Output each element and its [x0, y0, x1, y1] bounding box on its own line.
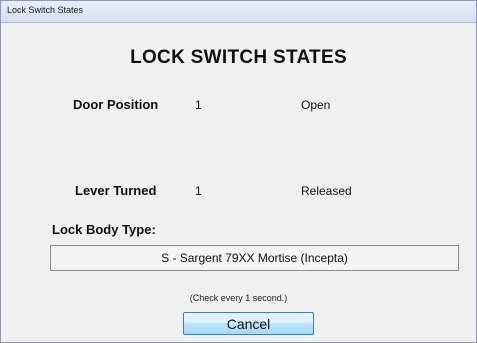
lever-turned-label: Lever Turned — [75, 183, 157, 198]
door-position-state: Open — [301, 98, 331, 112]
lever-turned-value: 1 — [195, 184, 202, 198]
lever-turned-state: Released — [301, 184, 352, 198]
check-interval-note: (Check every 1 second.) — [189, 293, 288, 303]
door-position-value: 1 — [195, 98, 202, 112]
lock-body-type-label: Lock Body Type: — [52, 222, 156, 237]
page-title: LOCK SWITCH STATES — [130, 47, 347, 68]
title-bar[interactable]: Lock Switch States — [1, 1, 476, 23]
lock-body-type-value: S - Sargent 79XX Mortise (Incepta) — [161, 251, 348, 265]
cancel-button[interactable]: Cancel — [183, 312, 314, 335]
window-title: Lock Switch States — [7, 5, 84, 15]
lock-body-type-field: S - Sargent 79XX Mortise (Incepta) — [50, 245, 459, 271]
door-position-label: Door Position — [73, 97, 159, 112]
lock-switch-states-window: Lock Switch States LOCK SWITCH STATES Do… — [0, 0, 477, 343]
